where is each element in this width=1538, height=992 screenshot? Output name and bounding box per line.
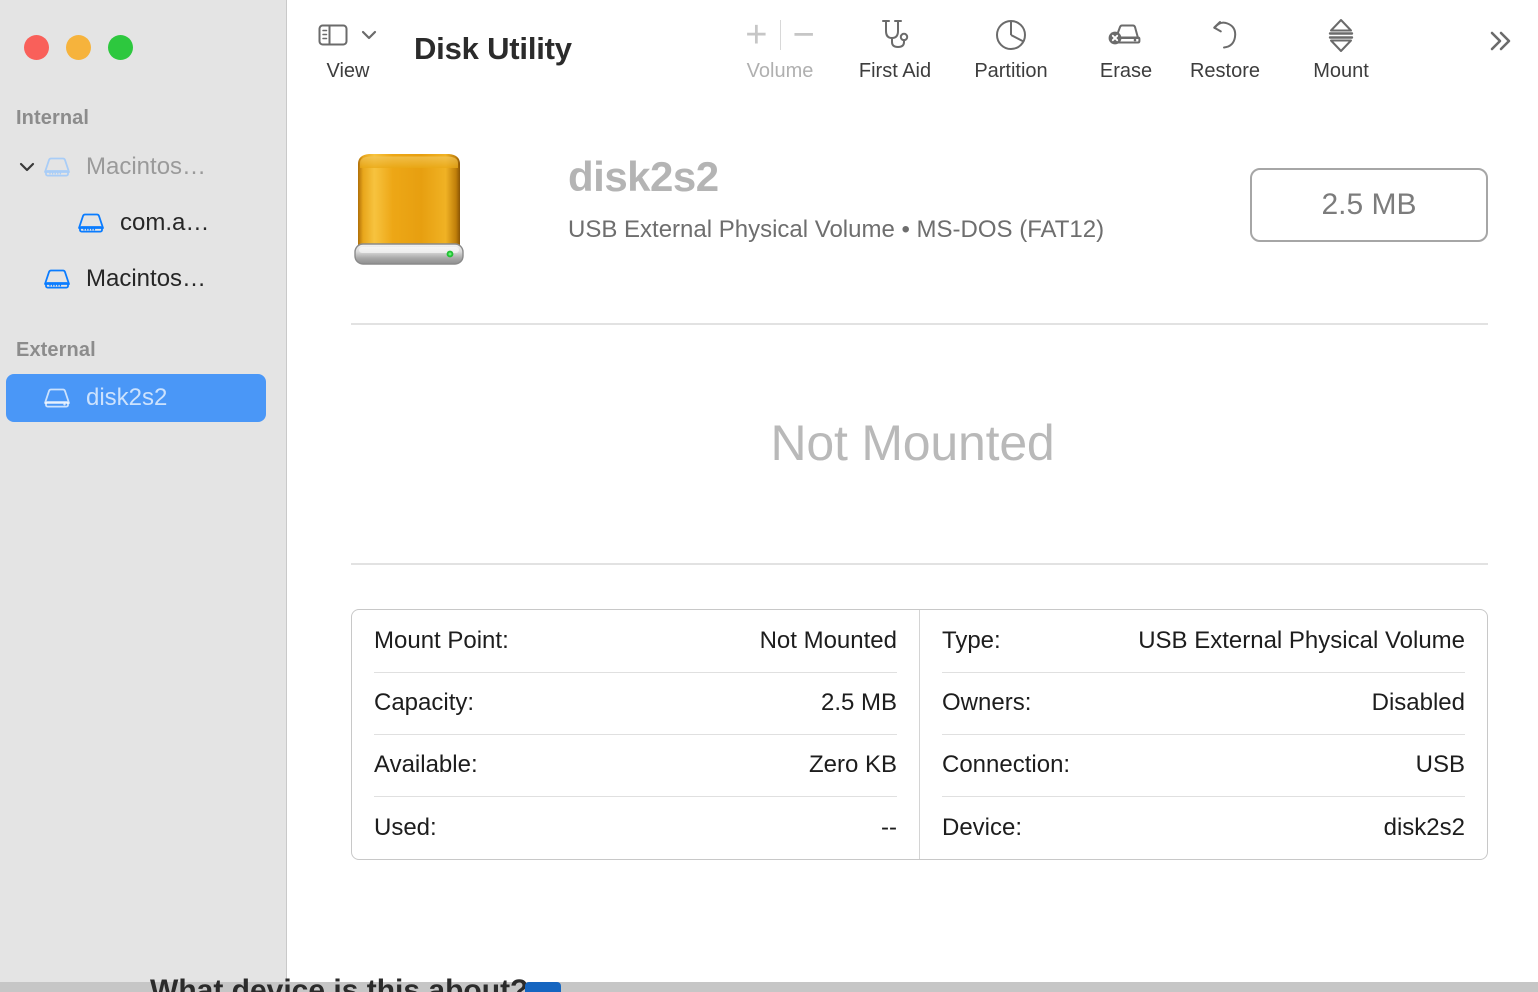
disk-icon — [74, 206, 108, 240]
mount-button[interactable]: Mount — [1286, 12, 1396, 83]
erase-button[interactable]: Erase — [1071, 12, 1181, 83]
disk-icon — [40, 262, 74, 296]
mount-status-text: Not Mounted — [770, 415, 1055, 471]
sidebar-item-label: Macintos… — [86, 153, 207, 180]
info-row: Used: -- — [374, 797, 897, 859]
remove-volume-icon: − — [792, 14, 815, 56]
info-value: USB External Physical Volume — [1138, 627, 1465, 654]
info-row: Available: Zero KB — [374, 735, 897, 797]
info-value: USB — [1415, 751, 1465, 778]
sidebar-item-label: com.a… — [120, 209, 210, 236]
info-column-left: Mount Point: Not Mounted Capacity: 2.5 M… — [352, 610, 920, 859]
info-value: -- — [881, 813, 897, 841]
external-hard-drive-icon — [351, 146, 467, 268]
disk-icon — [40, 150, 74, 184]
page-title: Disk Utility — [414, 31, 572, 66]
eject-mount-icon[interactable] — [1322, 12, 1360, 58]
sidebar-item-com-apple[interactable]: com.a… — [6, 199, 266, 247]
sidebar-toggle-icon[interactable] — [317, 12, 380, 58]
mount-label: Mount — [1313, 60, 1369, 82]
disk-subtitle: USB External Physical Volume • MS-DOS (F… — [568, 216, 1105, 243]
disk-info-panel: Mount Point: Not Mounted Capacity: 2.5 M… — [351, 609, 1488, 860]
sidebar-item-label: disk2s2 — [86, 384, 168, 411]
toolbar-overflow-button[interactable] — [1476, 20, 1522, 66]
first-aid-label: First Aid — [858, 60, 932, 82]
partition-label: Partition — [974, 60, 1048, 82]
info-key: Mount Point: — [374, 627, 509, 654]
minimize-button[interactable] — [66, 35, 91, 60]
sidebar-item-disk2s2[interactable]: disk2s2 — [6, 374, 266, 422]
info-value: 2.5 MB — [820, 689, 897, 716]
chevron-down-icon[interactable] — [14, 156, 40, 178]
disk-name: disk2s2 — [568, 153, 719, 200]
info-key: Available: — [374, 751, 478, 778]
disk-erase-icon[interactable] — [1105, 12, 1147, 58]
pie-chart-icon[interactable] — [992, 12, 1030, 58]
sidebar: Internal Macintos… com.a… Macintos… Exte… — [0, 0, 287, 992]
info-key: Capacity: — [374, 689, 475, 716]
main-content: View Disk Utility + − Volume First Aid P… — [287, 0, 1538, 992]
info-row: Connection: USB — [942, 735, 1465, 797]
disk-header: disk2s2 USB External Physical Volume • M… — [351, 140, 1488, 290]
window-controls — [24, 35, 133, 60]
first-aid-button[interactable]: First Aid — [840, 12, 950, 83]
partition-button[interactable]: Partition — [956, 12, 1066, 83]
divider-top — [351, 323, 1488, 325]
add-volume-icon: + — [745, 14, 768, 56]
info-row: Capacity: 2.5 MB — [374, 673, 897, 735]
close-button[interactable] — [24, 35, 49, 60]
sidebar-item-label: Macintos… — [86, 265, 207, 292]
info-key: Type: — [942, 627, 1001, 654]
toolbar: View Disk Utility + − Volume First Aid P… — [287, 0, 1538, 104]
info-key: Used: — [374, 813, 437, 841]
disk-icon — [40, 381, 74, 415]
volume-add-remove: + − Volume — [725, 12, 835, 83]
plus-minus-icon: + − — [745, 12, 814, 58]
restore-button[interactable]: Restore — [1170, 12, 1280, 83]
undo-arrow-icon[interactable] — [1206, 12, 1244, 58]
capacity-badge: 2.5 MB — [1250, 168, 1488, 242]
info-row: Type: USB External Physical Volume — [942, 611, 1465, 673]
info-column-right: Type: USB External Physical Volume Owner… — [920, 610, 1487, 859]
info-key: Device: — [942, 813, 1023, 841]
info-value: Disabled — [1371, 689, 1465, 716]
divider-bottom — [351, 563, 1488, 565]
chevron-double-right-icon[interactable] — [1482, 26, 1516, 61]
info-key: Connection: — [942, 751, 1071, 778]
stethoscope-icon[interactable] — [875, 12, 915, 58]
info-row: Device: disk2s2 — [942, 797, 1465, 859]
volume-label: Volume — [746, 60, 814, 82]
chevron-down-icon — [361, 30, 376, 40]
sidebar-section-internal: Internal — [16, 107, 90, 129]
erase-label: Erase — [1099, 60, 1153, 82]
info-value: Zero KB — [808, 751, 897, 778]
view-label: View — [326, 60, 370, 82]
disk-utility-window: Internal Macintos… com.a… Macintos… Exte… — [0, 0, 1538, 992]
restore-label: Restore — [1189, 60, 1261, 82]
sidebar-item-macintosh-container[interactable]: Macintos… — [6, 143, 266, 191]
sidebar-section-external: External — [16, 339, 96, 361]
maximize-button[interactable] — [108, 35, 133, 60]
sidebar-item-macintosh-volume[interactable]: Macintos… — [6, 255, 266, 303]
info-row: Mount Point: Not Mounted — [374, 611, 897, 673]
info-value: Not Mounted — [759, 627, 897, 654]
view-button[interactable]: View — [295, 12, 401, 83]
info-key: Owners: — [942, 689, 1032, 716]
info-value: disk2s2 — [1383, 813, 1465, 841]
info-row: Owners: Disabled — [942, 673, 1465, 735]
divider — [779, 20, 781, 50]
